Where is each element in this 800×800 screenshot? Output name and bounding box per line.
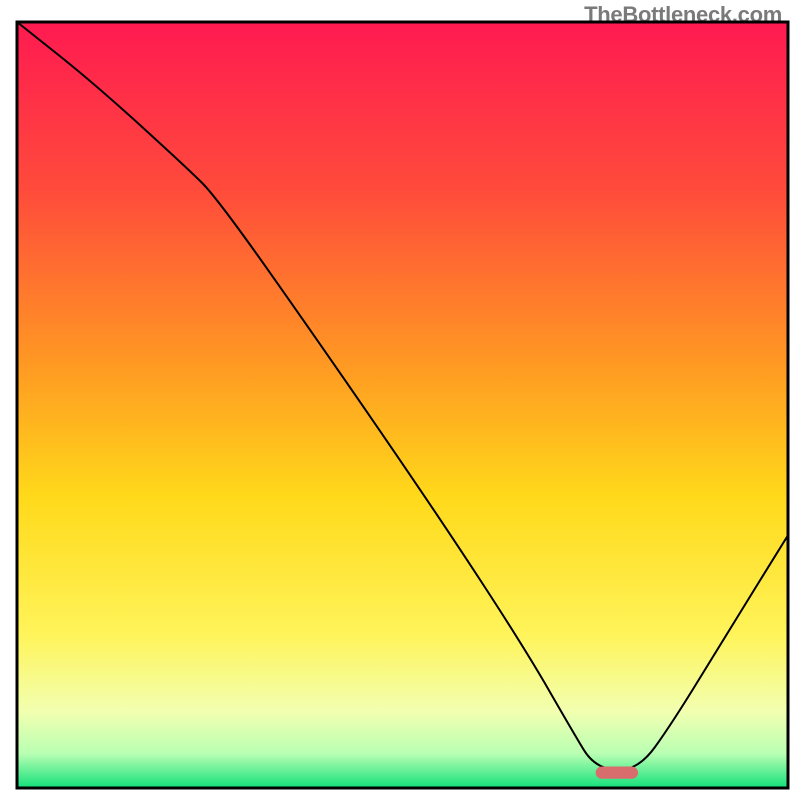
plot-area <box>17 22 788 788</box>
chart-svg <box>0 0 800 800</box>
bottleneck-chart: TheBottleneck.com <box>0 0 800 800</box>
optimal-marker <box>596 767 638 779</box>
gradient-background <box>17 22 788 788</box>
